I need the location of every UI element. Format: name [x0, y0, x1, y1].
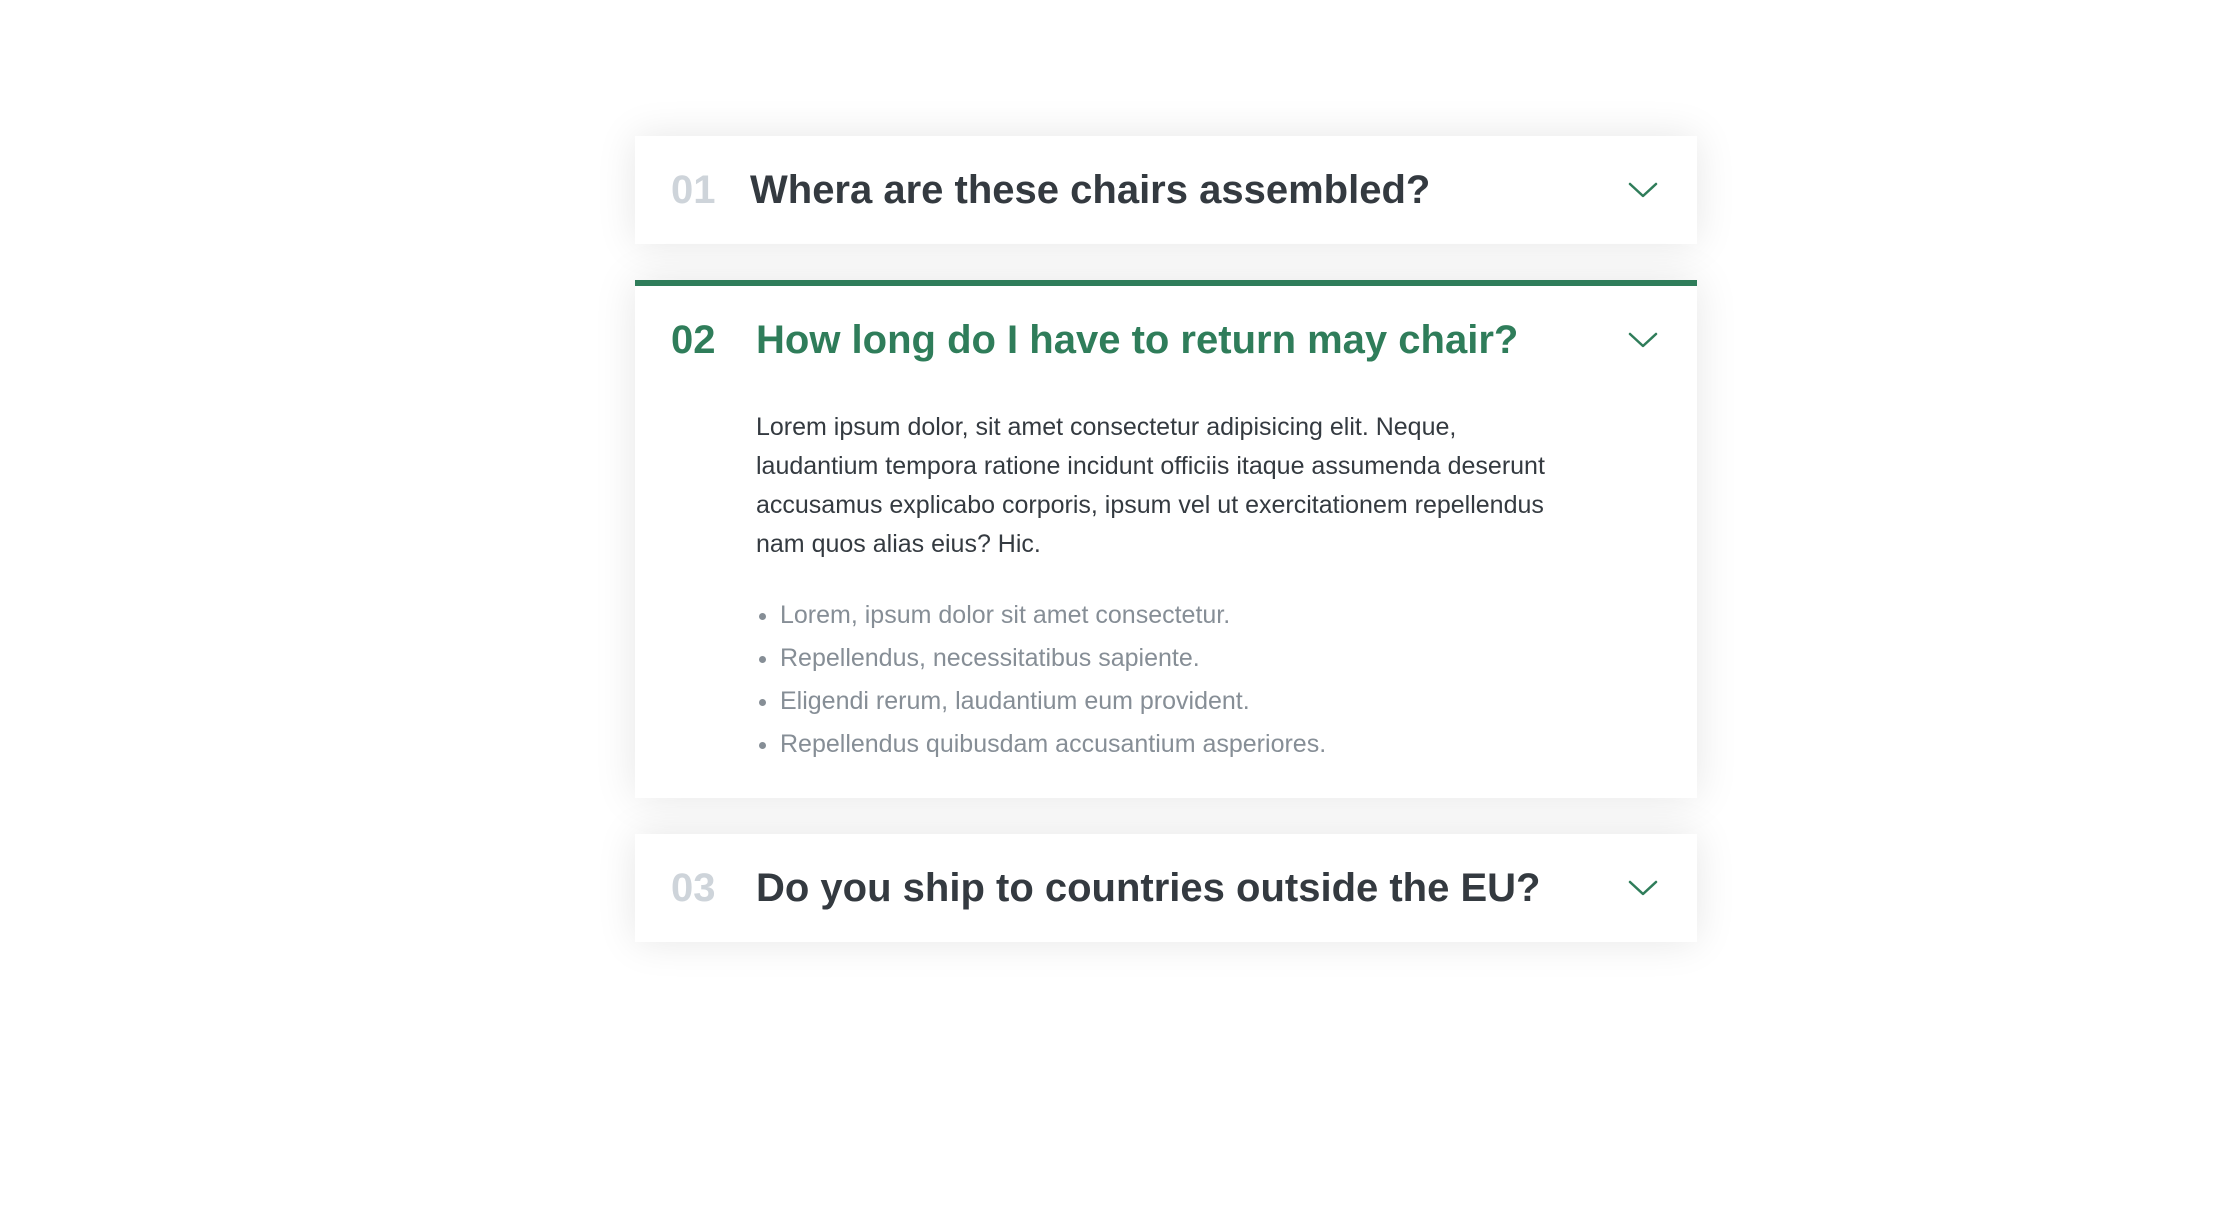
list-item: Lorem, ipsum dolor sit amet consectetur. [780, 594, 1577, 637]
answer-list: Lorem, ipsum dolor sit amet consectetur.… [756, 594, 1577, 766]
faq-item-02: 02 How long do I have to return may chai… [635, 280, 1697, 798]
chevron-down-icon[interactable] [1625, 870, 1661, 906]
faq-item-header[interactable]: 01 Whera are these chairs assembled? [671, 136, 1661, 244]
faq-item-03: 03 Do you ship to countries outside the … [635, 834, 1697, 942]
answer-paragraph: Lorem ipsum dolor, sit amet consectetur … [756, 413, 1545, 558]
list-item: Repellendus quibusdam accusantium asperi… [780, 723, 1577, 766]
faq-item-number: 03 [671, 865, 716, 910]
faq-accordion: 01 Whera are these chairs assembled? 02 … [635, 136, 1697, 978]
faq-item-question: Do you ship to countries outside the EU? [756, 865, 1541, 910]
faq-item-question: How long do I have to return may chair? [756, 317, 1519, 362]
faq-item-number: 02 [671, 317, 716, 362]
faq-item-header[interactable]: 03 Do you ship to countries outside the … [671, 834, 1661, 942]
faq-item-number: 01 [671, 167, 716, 212]
chevron-down-icon[interactable] [1625, 172, 1661, 208]
faq-item-01: 01 Whera are these chairs assembled? [635, 136, 1697, 244]
faq-item-answer: Lorem ipsum dolor, sit amet consectetur … [671, 408, 1661, 766]
faq-item-question: Whera are these chairs assembled? [750, 167, 1431, 212]
list-item: Repellendus, necessitatibus sapiente. [780, 637, 1577, 680]
chevron-down-icon[interactable] [1625, 322, 1661, 358]
faq-item-header[interactable]: 02 How long do I have to return may chai… [671, 286, 1661, 394]
list-item: Eligendi rerum, laudantium eum provident… [780, 680, 1577, 723]
